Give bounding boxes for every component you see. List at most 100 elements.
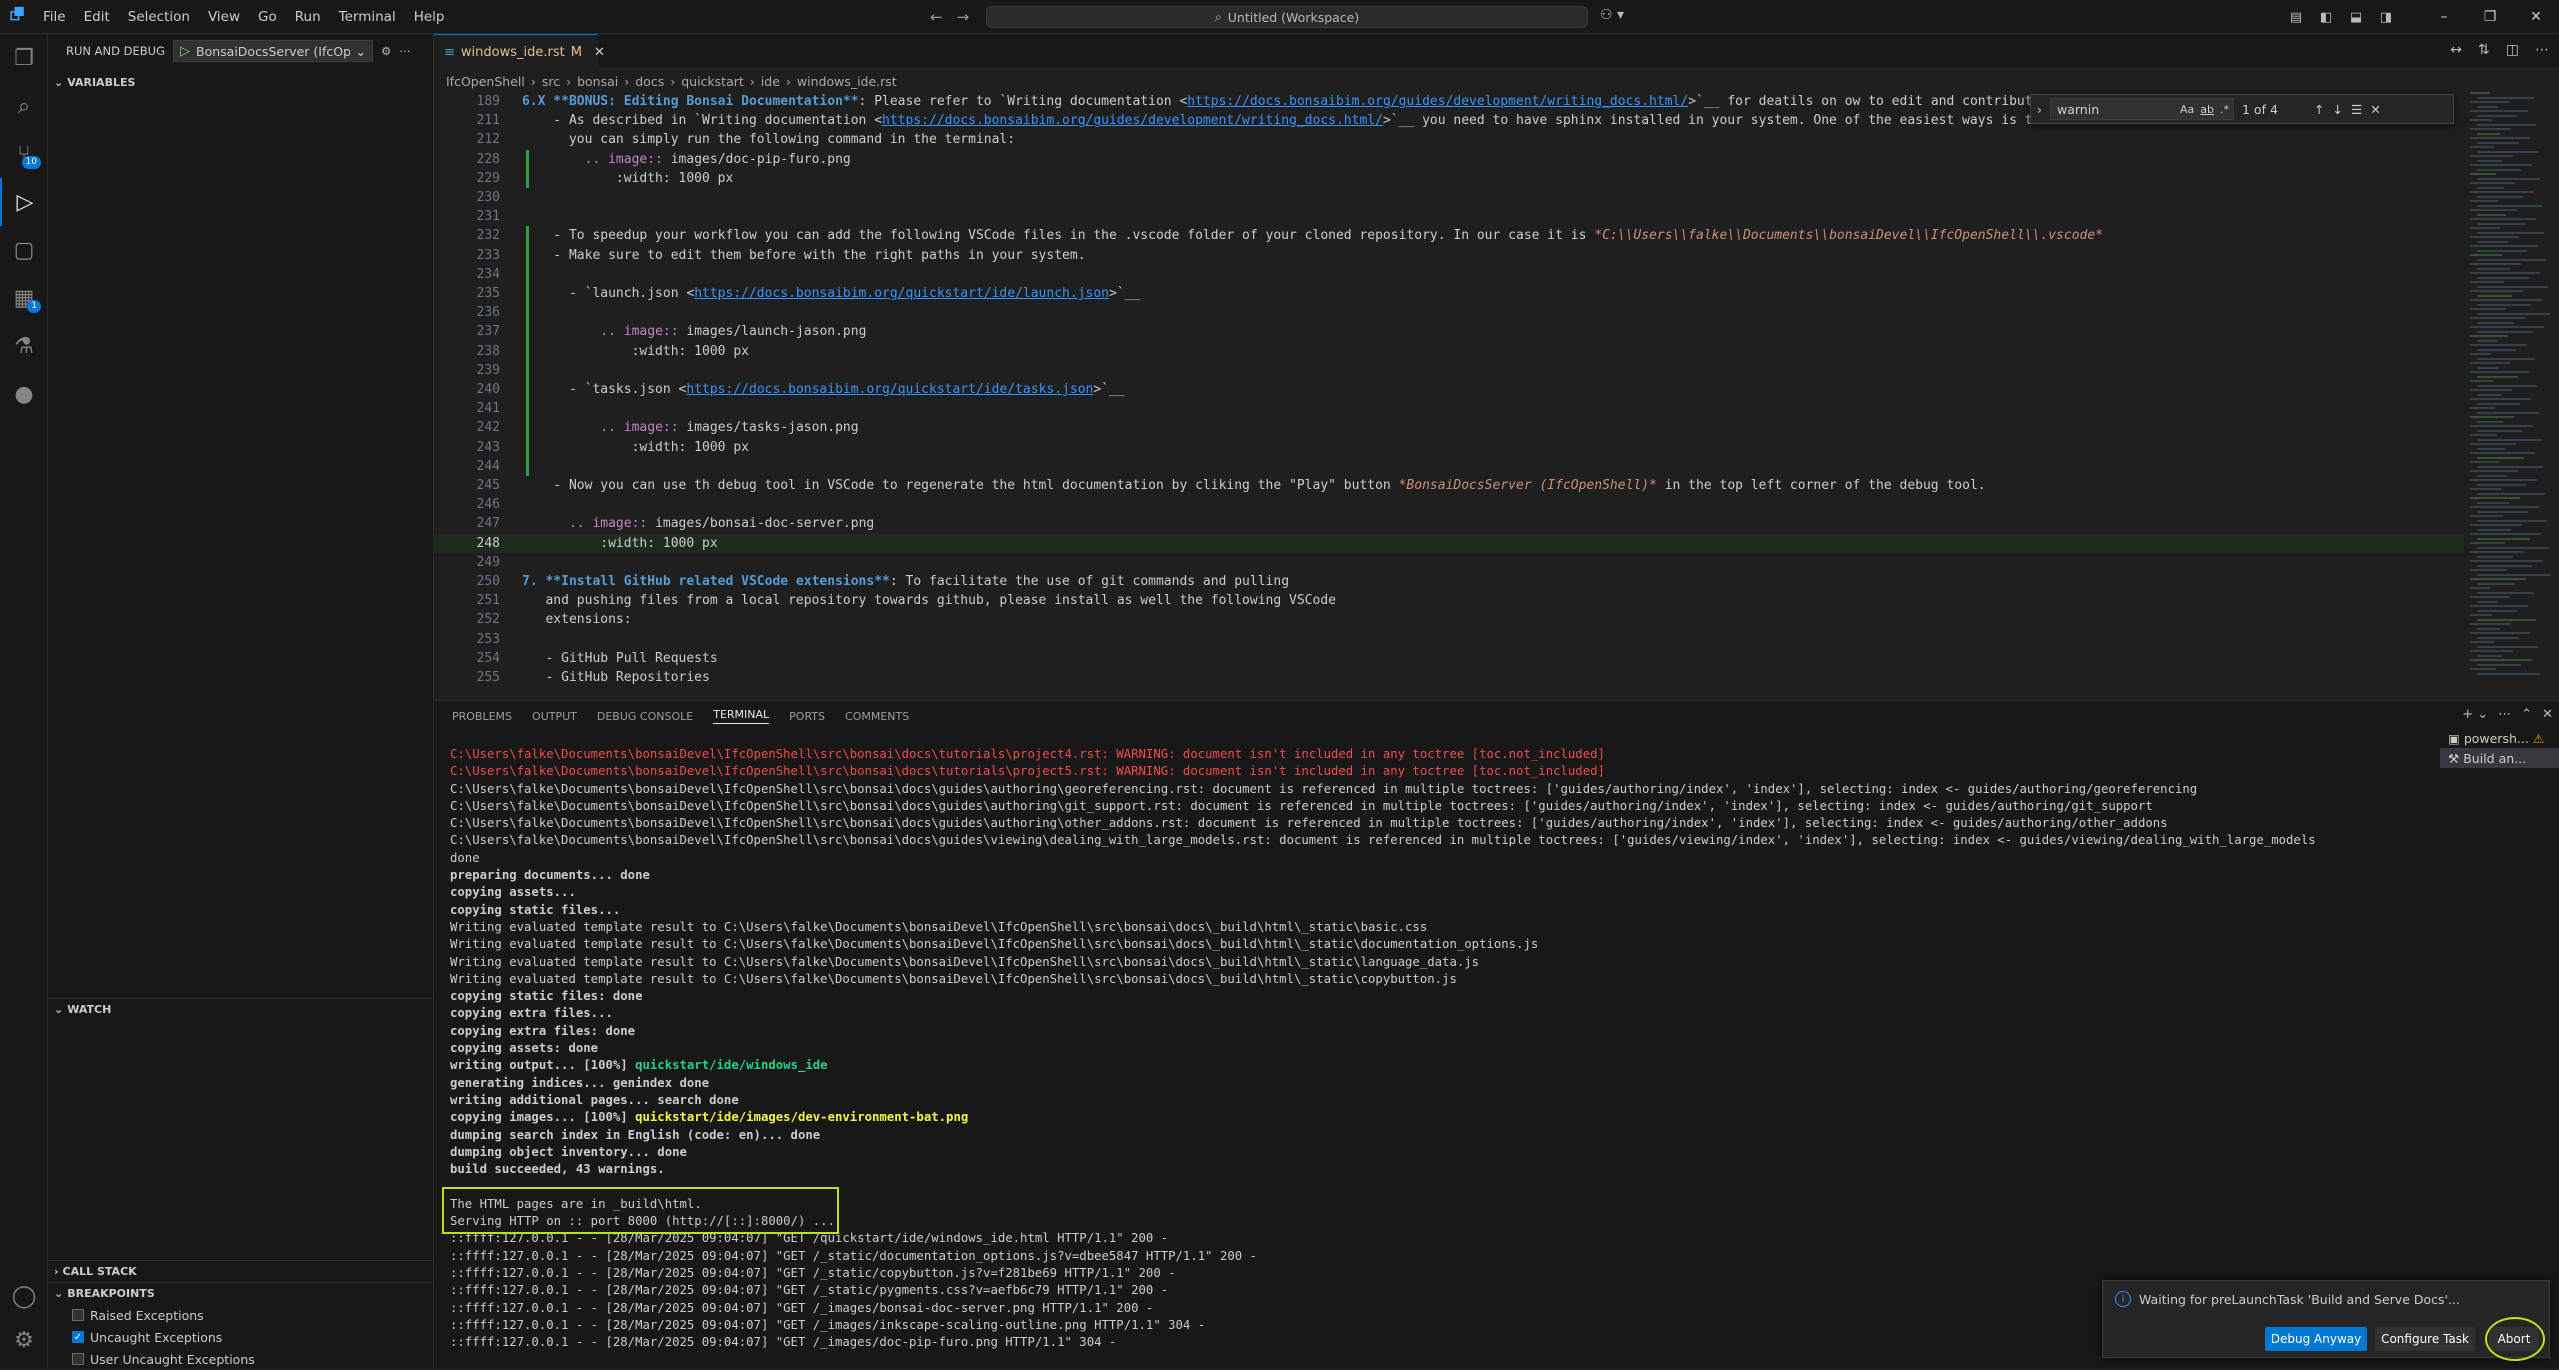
tab-comments[interactable]: COMMENTS (845, 710, 909, 723)
breadcrumb-item[interactable]: IfcOpenShell (446, 74, 525, 89)
search-icon[interactable]: ⌕ (0, 82, 48, 130)
breadcrumb-item[interactable]: ide (761, 74, 780, 89)
forward-arrow-icon[interactable]: → (957, 8, 970, 26)
minimize-icon[interactable]: – (2421, 9, 2467, 25)
more-actions-icon[interactable]: ⋯ (2535, 42, 2549, 58)
configure-task-button[interactable]: Configure Task (2375, 1327, 2475, 1351)
restore-icon[interactable]: ❐ (2467, 9, 2513, 25)
debug-config-select[interactable]: ▷ BonsaiDocsServer (IfcOpen! ⌄ (173, 40, 373, 62)
breadcrumb-item[interactable]: docs (635, 74, 664, 89)
next-match-icon[interactable]: ↓ (2332, 102, 2342, 117)
minimap[interactable] (2464, 92, 2559, 692)
back-arrow-icon[interactable]: ← (930, 8, 943, 26)
minimap-line (2470, 623, 2511, 625)
minimap-line (2470, 524, 2522, 526)
tab-output[interactable]: OUTPUT (532, 710, 577, 723)
line-content: extensions: (522, 612, 632, 628)
breadcrumb-item[interactable]: quickstart (681, 74, 744, 89)
minimap-line (2477, 654, 2502, 657)
maximize-panel-icon[interactable]: ⌃ (2521, 707, 2532, 722)
terminal-output[interactable]: C:\Users\falke\Documents\bonsaiDevel\Ifc… (450, 746, 2430, 1368)
code-line: 235 - `launch.json <https://docs.bonsaib… (434, 284, 2464, 303)
breakpoint-item[interactable]: User Uncaught Exceptions (48, 1348, 434, 1370)
toggle-sidebar-icon[interactable]: ◧ (2311, 10, 2341, 25)
line-number: 244 (476, 458, 500, 474)
code-line: 246 (434, 495, 2464, 514)
minimap-line (2470, 632, 2530, 634)
more-actions-icon[interactable]: ⋯ (399, 44, 411, 58)
open-changes-icon[interactable]: ⇅ (2478, 42, 2490, 58)
title-bar: ⮻ File Edit Selection View Go Run Terminal Help… (0, 0, 2559, 34)
find-input[interactable]: warnin Aa ab .* (2050, 98, 2234, 120)
toggle-secondary-sidebar-icon[interactable]: ◨ (2371, 10, 2401, 25)
github-icon[interactable]: ● (0, 370, 48, 418)
menu-file[interactable]: File (34, 0, 75, 34)
find-in-selection-icon[interactable]: ☰ (2351, 102, 2362, 117)
close-window-icon[interactable]: ✕ (2513, 9, 2559, 25)
chevron-right-icon: › (670, 73, 676, 89)
terminal-instance[interactable]: ▣ powersh... ⚠ (2440, 728, 2559, 748)
tab-problems[interactable]: PROBLEMS (452, 710, 512, 723)
compare-changes-icon[interactable]: ↔ (2450, 42, 2462, 58)
tab-debug-console[interactable]: DEBUG CONSOLE (597, 710, 693, 723)
minimap-line (2470, 650, 2513, 652)
previous-match-icon[interactable]: ↑ (2314, 102, 2324, 117)
code-editor[interactable]: 189 6.X **BONUS: Editing Bonsai Documenta… (434, 92, 2464, 692)
split-editor-icon[interactable]: ◫ (2506, 42, 2519, 58)
more-actions-icon[interactable]: ⋯ (2498, 707, 2511, 722)
close-icon[interactable]: ✕ (594, 45, 605, 60)
variables-section[interactable]: ⌄ VARIABLES (48, 71, 135, 93)
customize-layout-icon[interactable]: ▤ (2281, 10, 2311, 25)
menu-run[interactable]: Run (286, 0, 330, 34)
breakpoint-item[interactable]: ✓ Uncaught Exceptions (48, 1326, 434, 1348)
gear-icon[interactable]: ⚙ (381, 44, 391, 58)
toast-message: Waiting for preLaunchTask 'Build and Ser… (2139, 1291, 2460, 1307)
chevron-right-icon: › (530, 73, 536, 89)
breadcrumb-item[interactable]: src (542, 74, 560, 89)
manage-gear-icon[interactable]: ⚙ (0, 1316, 48, 1364)
checkbox[interactable] (72, 1309, 84, 1321)
explorer-icon[interactable]: ❐ (0, 34, 48, 82)
start-debugging-icon[interactable]: ▷ (180, 44, 190, 59)
whole-word-icon[interactable]: ab (2200, 103, 2214, 116)
debug-anyway-button[interactable]: Debug Anyway (2265, 1327, 2367, 1351)
command-center[interactable]: ⌕ Untitled (Workspace) (986, 6, 1588, 28)
menu-go[interactable]: Go (249, 0, 286, 34)
breakpoint-item[interactable]: Raised Exceptions (48, 1304, 434, 1326)
close-panel-icon[interactable]: ✕ (2542, 707, 2553, 722)
copilot-icon[interactable]: ⚇ ▾ (1600, 7, 1624, 23)
run-debug-icon[interactable]: ▷ (0, 178, 48, 226)
menu-view[interactable]: View (199, 0, 249, 34)
extensions-icon[interactable]: ▦ 1 (0, 274, 48, 322)
tab-terminal[interactable]: TERMINAL (713, 708, 770, 724)
breadcrumb-item[interactable]: windows_ide.rst (797, 74, 897, 89)
menu-help[interactable]: Help (405, 0, 454, 34)
menu-edit[interactable]: Edit (75, 0, 119, 34)
new-terminal-icon[interactable]: + ⌄ (2462, 707, 2488, 722)
tab-ports[interactable]: PORTS (789, 710, 825, 723)
regex-icon[interactable]: .* (2220, 103, 2229, 116)
breakpoints-section[interactable]: ⌄ BREAKPOINTS (48, 1282, 434, 1304)
rst-file-icon: ≡ (444, 44, 455, 60)
minimap-line (2477, 645, 2538, 648)
checkbox[interactable]: ✓ (72, 1331, 84, 1343)
chevron-right-icon[interactable]: › (2037, 102, 2042, 117)
terminal-line: C:\Users\falke\Documents\bonsaiDevel\Ifc… (450, 833, 2316, 848)
source-control-icon[interactable]: ⑂ 10 (0, 130, 48, 178)
remote-explorer-icon[interactable]: ▢ (0, 226, 48, 274)
menu-terminal[interactable]: Terminal (330, 0, 405, 34)
menu-selection[interactable]: Selection (119, 0, 199, 34)
watch-section[interactable]: ⌄ WATCH (48, 998, 434, 1020)
accounts-icon[interactable]: ◯ (0, 1272, 48, 1320)
testing-icon[interactable]: ⚗ (0, 322, 48, 370)
checkbox[interactable] (72, 1353, 84, 1365)
line-number: 239 (476, 362, 500, 378)
tab-windows-ide[interactable]: ≡ windows_ide.rst M ✕ (434, 34, 605, 69)
toggle-panel-icon[interactable]: ⬓ (2341, 10, 2371, 25)
match-case-icon[interactable]: Aa (2180, 103, 2194, 116)
close-find-icon[interactable]: ✕ (2370, 102, 2380, 117)
terminal-instance[interactable]: ⚒ Build an... (2440, 748, 2559, 768)
callstack-section[interactable]: › CALL STACK (48, 1260, 434, 1282)
powershell-icon: ▣ (2448, 730, 2460, 746)
breadcrumb-item[interactable]: bonsai (577, 74, 618, 89)
